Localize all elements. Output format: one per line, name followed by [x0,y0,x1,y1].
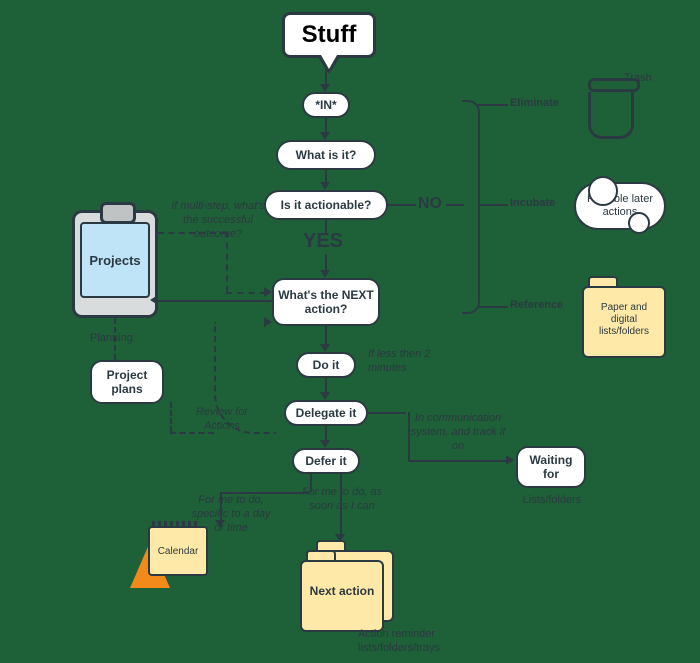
node-reference-label: Paper and digital lists/folders [584,302,664,338]
arrowhead-icon [264,287,272,297]
node-next-label: What's the NEXT action? [278,288,374,317]
arrowhead-icon [320,392,330,400]
connector-dashed [226,232,228,292]
caption-next-action: Action reminder lists/folders/trays [358,628,478,656]
node-in-label: *IN* [315,98,336,112]
connector [478,306,508,308]
caption-waiting: Lists/folders [520,494,584,508]
node-stuff-label: Stuff [302,21,357,49]
note-two-minutes: If less then 2 minutes [368,348,458,376]
node-next-action: What's the NEXT action? [272,278,380,326]
arrowhead-icon [320,270,330,278]
connector [408,460,508,462]
node-later: Possible later actions [574,182,666,230]
arrowhead-icon [320,344,330,352]
node-calendar: Calendar [130,526,208,588]
node-defer: Defer it [292,448,360,474]
connector-dashed [158,232,226,234]
node-project-plans: Project plans [90,360,164,404]
bracket [462,100,480,314]
node-actionable: Is it actionable? [264,190,388,220]
connector [158,300,272,302]
note-defer-asap: For me to do, as soon as I can [300,486,384,514]
node-calendar-label: Calendar [148,526,208,576]
arrowhead-icon [320,84,330,92]
node-what-is-it: What is it? [276,140,376,170]
node-waiting-label: Waiting for [522,453,580,482]
node-waiting: Waiting for [516,446,586,488]
connector-dashed [226,292,266,294]
trash-icon [588,78,634,130]
node-what-label: What is it? [296,148,357,162]
node-next-action-label: Next action [302,584,382,598]
label-no: NO [418,195,442,213]
connector [325,326,327,346]
connector-dashed [170,402,172,432]
connector-curve [214,322,276,434]
branch-eliminate: Eliminate [510,97,559,111]
node-do-it: Do it [296,352,356,378]
node-delegate: Delegate it [284,400,368,426]
arrowhead-icon [150,295,158,305]
node-next-action: Next action [300,560,384,632]
node-doit-label: Do it [313,358,340,372]
node-actionable-label: Is it actionable? [281,198,372,212]
note-planning: Planning [90,332,133,346]
connector [478,204,508,206]
node-projects-label: Projects [80,222,150,298]
node-delegate-label: Delegate it [296,406,357,420]
connector [478,104,508,106]
branch-incubate: Incubate [510,197,555,211]
node-stuff: Stuff [282,12,376,58]
arrowhead-icon [320,132,330,140]
arrowhead-icon [264,317,272,327]
connector [408,412,410,460]
note-communication: In communication system, and track it on [408,412,508,453]
note-multistep: If multi-step, what's the successful out… [168,200,268,241]
connector [388,204,416,206]
gtd-flowchart: Stuff *IN* What is it? Is it actionable?… [0,0,700,663]
label-yes: YES [303,230,343,253]
node-reference: Paper and digital lists/folders [582,286,666,358]
node-defer-label: Defer it [305,454,346,468]
branch-reference: Reference [510,299,563,313]
arrowhead-icon [506,455,514,465]
arrowhead-icon [320,440,330,448]
node-projects: Projects [72,210,158,318]
arrowhead-icon [320,182,330,190]
node-project-plans-label: Project plans [96,368,158,397]
node-trash-label: Trash [624,72,652,86]
node-in: *IN* [302,92,350,118]
node-later-label: Possible later actions [580,193,660,219]
connector [368,412,406,414]
